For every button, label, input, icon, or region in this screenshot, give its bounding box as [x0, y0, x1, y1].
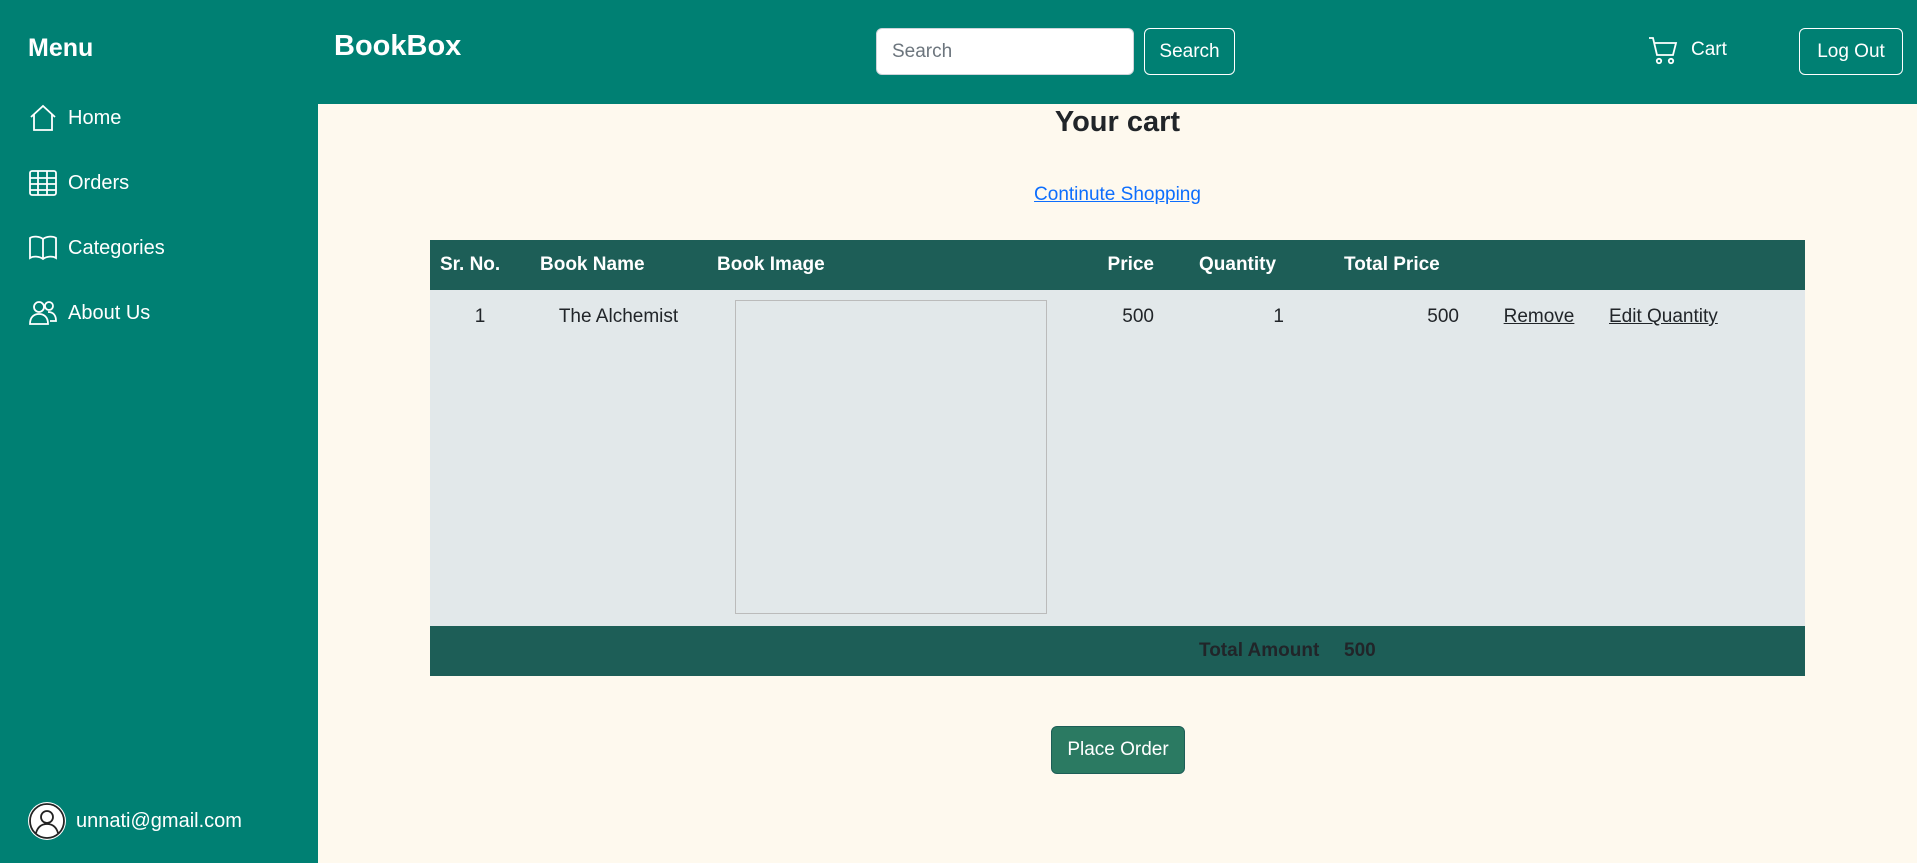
sidebar-item-about-us[interactable]: About Us: [28, 298, 150, 328]
header-total-price: Total Price: [1344, 254, 1440, 275]
menu-title: Menu: [28, 34, 94, 62]
user-profile[interactable]: unnati@gmail.com: [28, 802, 242, 840]
table-row: 1 The Alchemist 500 1 500 Remove Edit Qu…: [430, 290, 1805, 626]
home-icon: [28, 103, 58, 133]
cell-sr-no: 1: [474, 306, 486, 327]
header-price: Price: [1107, 254, 1154, 275]
cell-book-image: [707, 290, 1074, 626]
sidebar-item-label: Home: [68, 106, 122, 129]
cell-total-price: 500: [1427, 306, 1459, 327]
sidebar-item-orders[interactable]: Orders: [28, 168, 129, 198]
header-book-name: Book Name: [540, 254, 645, 275]
user-email: unnati@gmail.com: [76, 809, 242, 832]
book-icon: [28, 233, 58, 263]
edit-quantity-link[interactable]: Edit Quantity: [1609, 306, 1718, 327]
cell-quantity: 1: [1273, 306, 1284, 327]
place-order-button[interactable]: Place Order: [1051, 726, 1185, 774]
cell-book-name: The Alchemist: [558, 306, 679, 327]
search-input[interactable]: [876, 28, 1134, 75]
search-button[interactable]: Search: [1144, 28, 1235, 75]
sidebar-item-label: About Us: [68, 301, 151, 324]
table-header-row: Sr. No. Book Name Book Image Price Quant…: [430, 240, 1805, 290]
continue-shopping-link[interactable]: Continute Shopping: [1034, 184, 1201, 205]
cart-label: Cart: [1691, 39, 1727, 60]
header-blank: [1484, 240, 1594, 290]
sidebar-item-categories[interactable]: Categories: [28, 233, 165, 263]
cell-price: 500: [1122, 306, 1154, 327]
cell-edit: Edit Quantity: [1594, 290, 1805, 626]
header-quantity: Quantity: [1199, 254, 1277, 275]
sidebar-item-label: Categories: [68, 236, 165, 259]
total-amount-value: 500: [1344, 640, 1376, 661]
total-amount-label: Total Amount: [1199, 640, 1320, 661]
sidebar-item-label: Orders: [68, 171, 130, 194]
people-icon: [28, 298, 58, 328]
remove-link[interactable]: Remove: [1504, 306, 1575, 327]
cart-link[interactable]: Cart: [1647, 34, 1727, 66]
cell-remove: Remove: [1484, 290, 1594, 626]
sidebar: Menu Home Orders Categories About Us unn…: [0, 0, 318, 863]
sidebar-item-home[interactable]: Home: [28, 103, 121, 133]
header-sr-no: Sr. No.: [440, 254, 501, 275]
user-avatar-icon: [28, 802, 66, 840]
cart-icon: [1649, 37, 1678, 65]
header-blank: [1594, 240, 1805, 290]
top-navbar: BookBox Search Cart Log Out: [318, 0, 1917, 104]
table-footer-row: Total Amount 500: [430, 626, 1805, 676]
brand-logo[interactable]: BookBox: [334, 30, 461, 63]
logout-button[interactable]: Log Out: [1799, 28, 1903, 75]
table-icon: [28, 168, 58, 198]
cart-table: Sr. No. Book Name Book Image Price Quant…: [430, 240, 1805, 676]
continue-shopping-container: Continute Shopping: [318, 184, 1917, 206]
header-book-image: Book Image: [717, 254, 825, 275]
book-image: [735, 300, 1047, 614]
page-title: Your cart: [1054, 106, 1181, 138]
